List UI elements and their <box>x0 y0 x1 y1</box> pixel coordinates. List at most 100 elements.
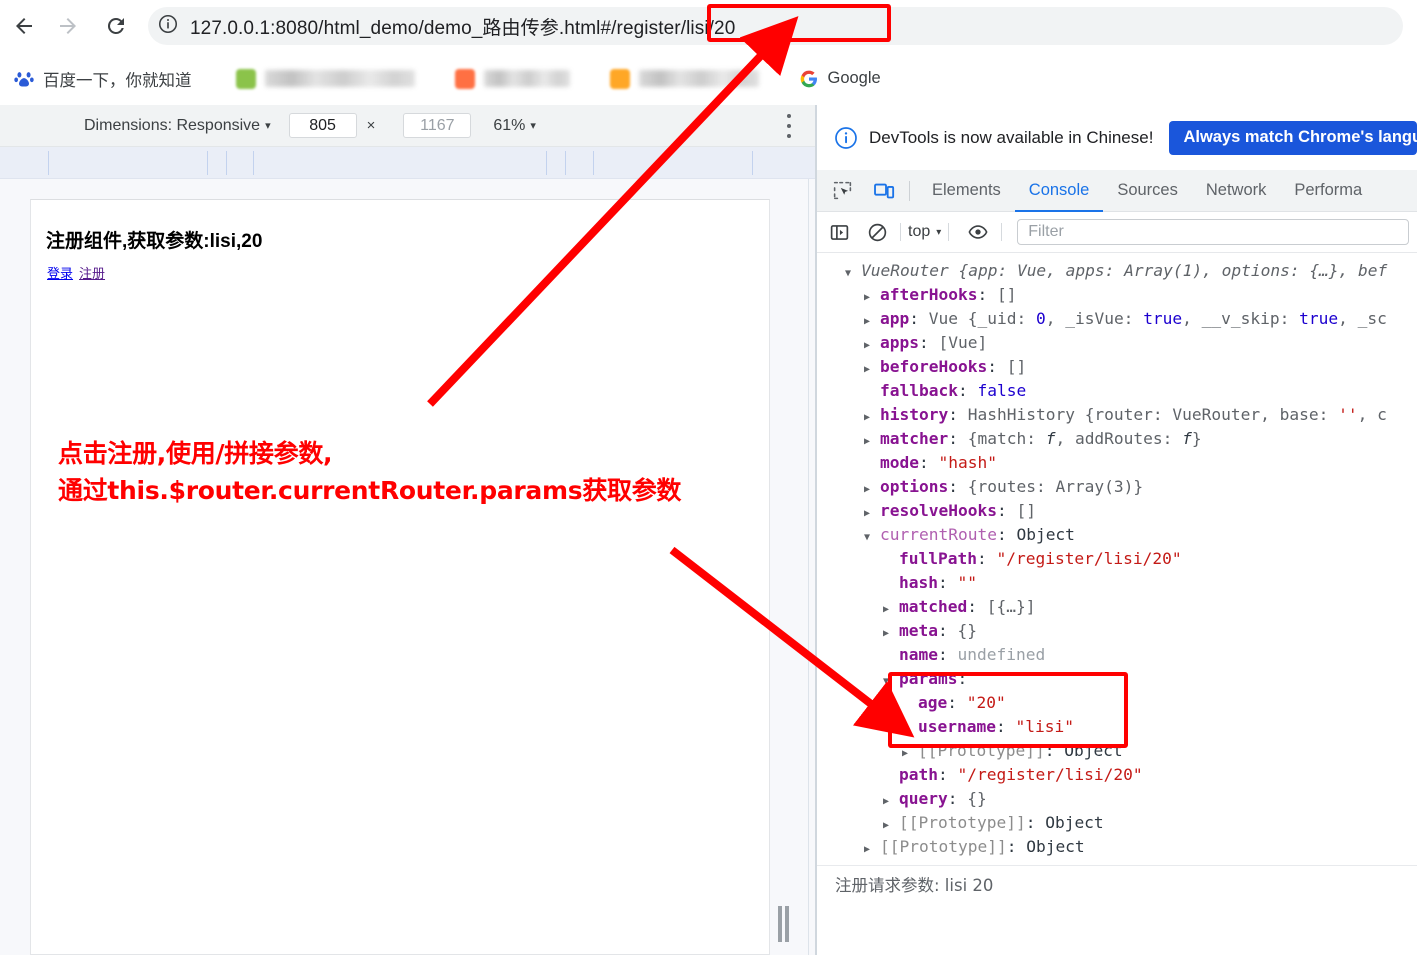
router-link-login[interactable]: 登录 <box>47 266 73 281</box>
viewport-resize-handle-icon[interactable] <box>775 906 791 942</box>
console-token: mode <box>880 453 919 472</box>
triangle-right-icon[interactable] <box>864 283 880 310</box>
console-tree-row[interactable]: matched: [{…}] <box>817 595 1417 619</box>
console-token: : <box>909 309 929 328</box>
console-token: : <box>996 525 1017 544</box>
viewport-width-input[interactable]: 805 <box>288 113 357 138</box>
page-info-button[interactable] <box>151 9 185 43</box>
more-options-icon[interactable] <box>786 114 791 138</box>
console-prompt[interactable]: › <box>817 898 1417 915</box>
console-tree-row[interactable]: fullPath: "/register/lisi/20" <box>817 547 1417 571</box>
triangle-right-icon[interactable] <box>864 331 880 358</box>
console-tree-row[interactable]: options: {routes: Array(3)} <box>817 475 1417 499</box>
triangle-down-icon[interactable] <box>883 667 899 694</box>
console-tree-row[interactable]: app: Vue {_uid: 0, _isVue: true, __v_ski… <box>817 307 1417 331</box>
execution-context-selector[interactable]: top <box>908 223 930 241</box>
console-filter-input[interactable]: Filter <box>1017 219 1409 245</box>
bookmark-label-redacted <box>638 70 759 87</box>
bookmark-label-redacted <box>483 70 570 87</box>
forward-button[interactable] <box>48 6 88 46</box>
viewport-height-input[interactable]: 1167 <box>403 113 472 138</box>
console-token: } <box>1191 429 1202 448</box>
live-expression-icon[interactable] <box>962 216 994 248</box>
console-tree-row[interactable]: mode: "hash" <box>817 451 1417 475</box>
console-token: fallback <box>880 381 958 400</box>
triangle-right-icon[interactable] <box>883 595 899 622</box>
triangle-right-icon[interactable] <box>864 475 880 502</box>
prompt-chevron-icon: › <box>835 912 845 915</box>
media-query-inspector[interactable] <box>0 147 817 179</box>
console-log-output[interactable]: VueRouter {app: Vue, apps: Array(1), opt… <box>817 253 1417 915</box>
triangle-right-icon[interactable] <box>864 307 880 334</box>
console-tree-row[interactable]: history: HashHistory {router: VueRouter,… <box>817 403 1417 427</box>
console-token: options <box>880 477 949 496</box>
triangle-right-icon[interactable] <box>902 739 918 766</box>
console-token: path <box>899 765 938 784</box>
tab-elements[interactable]: Elements <box>918 170 1015 212</box>
triangle-down-icon[interactable] <box>864 523 880 550</box>
back-button[interactable] <box>4 6 44 46</box>
console-tree-row[interactable]: fallback: false <box>817 379 1417 403</box>
console-tree-row[interactable]: [[Prototype]]: Object <box>817 811 1417 835</box>
console-tree-row[interactable]: path: "/register/lisi/20" <box>817 763 1417 787</box>
triangle-right-icon[interactable] <box>864 427 880 454</box>
tab-performance[interactable]: Performa <box>1280 170 1376 212</box>
bookmark-item-baidu[interactable]: 百度一下，你就知道 <box>6 61 200 97</box>
console-tree-row[interactable]: hash: "" <box>817 571 1417 595</box>
zoom-chevron-down-icon[interactable]: ▾ <box>530 119 536 132</box>
console-token: "" <box>957 573 977 592</box>
console-tree-row[interactable]: matcher: {match: f, addRoutes: f} <box>817 427 1417 451</box>
console-token: , _isVue: <box>1045 309 1144 328</box>
tab-sources[interactable]: Sources <box>1103 170 1192 212</box>
emulated-page-frame[interactable]: 注册组件,获取参数:lisi,20 登录 注册 <box>30 199 770 955</box>
dimensions-chevron-down-icon[interactable]: ▾ <box>265 119 271 132</box>
triangle-right-icon[interactable] <box>883 619 899 646</box>
console-tree-row[interactable]: age: "20" <box>817 691 1417 715</box>
always-match-language-button[interactable]: Always match Chrome's langua <box>1169 120 1417 155</box>
console-tree-row[interactable]: currentRoute: Object <box>817 523 1417 547</box>
bookmark-item-redacted-2[interactable] <box>447 61 578 97</box>
triangle-right-icon[interactable] <box>883 787 899 814</box>
console-tree-row[interactable]: [[Prototype]]: Object <box>817 835 1417 859</box>
triangle-down-icon[interactable] <box>845 259 861 286</box>
triangle-right-icon[interactable] <box>883 811 899 838</box>
device-toolbar-icon[interactable] <box>867 174 901 208</box>
context-chevron-down-icon[interactable]: ▾ <box>936 227 941 238</box>
tab-console[interactable]: Console <box>1015 170 1104 212</box>
bookmark-item-redacted-1[interactable] <box>228 61 423 97</box>
console-tree-row[interactable]: apps: [Vue] <box>817 331 1417 355</box>
console-token: resolveHooks <box>880 501 997 520</box>
console-token: {match: <box>967 429 1046 448</box>
bookmark-item-redacted-3[interactable] <box>602 61 767 97</box>
console-tree-row[interactable]: query: {} <box>817 787 1417 811</box>
zoom-level-label[interactable]: 61% <box>493 117 525 135</box>
console-token: : <box>1044 741 1065 760</box>
router-link-register[interactable]: 注册 <box>79 266 105 281</box>
console-tree-row[interactable]: name: undefined <box>817 643 1417 667</box>
clear-console-icon[interactable] <box>861 216 893 248</box>
triangle-right-icon[interactable] <box>864 355 880 382</box>
google-icon <box>799 69 819 89</box>
console-sidebar-icon[interactable] <box>823 216 855 248</box>
annotation-note-line2: 通过this.$router.currentRouter.params获取参数 <box>58 476 682 505</box>
console-tree-row[interactable]: params: <box>817 667 1417 691</box>
console-tree-row[interactable]: meta: {} <box>817 619 1417 643</box>
console-tree-row[interactable]: afterHooks: [] <box>817 283 1417 307</box>
console-tree-row[interactable]: username: "lisi" <box>817 715 1417 739</box>
browser-toolbar: 127.0.0.1:8080/html_demo/demo_路由传参.html#… <box>0 0 1417 52</box>
dimensions-label[interactable]: Dimensions: Responsive <box>84 117 260 135</box>
console-tree-row[interactable]: beforeHooks: [] <box>817 355 1417 379</box>
console-token: true <box>1299 309 1339 328</box>
triangle-right-icon[interactable] <box>864 835 880 862</box>
triangle-right-icon[interactable] <box>864 499 880 526</box>
console-token: "20" <box>966 693 1006 712</box>
console-tree-row[interactable]: [[Prototype]]: Object <box>817 739 1417 763</box>
inspect-element-icon[interactable] <box>825 174 859 208</box>
omnibox[interactable]: 127.0.0.1:8080/html_demo/demo_路由传参.html#… <box>148 7 1403 45</box>
console-tree-row[interactable]: VueRouter {app: Vue, apps: Array(1), opt… <box>817 259 1417 283</box>
tab-network[interactable]: Network <box>1192 170 1281 212</box>
console-tree-row[interactable]: resolveHooks: [] <box>817 499 1417 523</box>
triangle-right-icon[interactable] <box>864 403 880 430</box>
reload-button[interactable] <box>96 6 136 46</box>
bookmark-item-google[interactable]: Google <box>791 61 889 97</box>
